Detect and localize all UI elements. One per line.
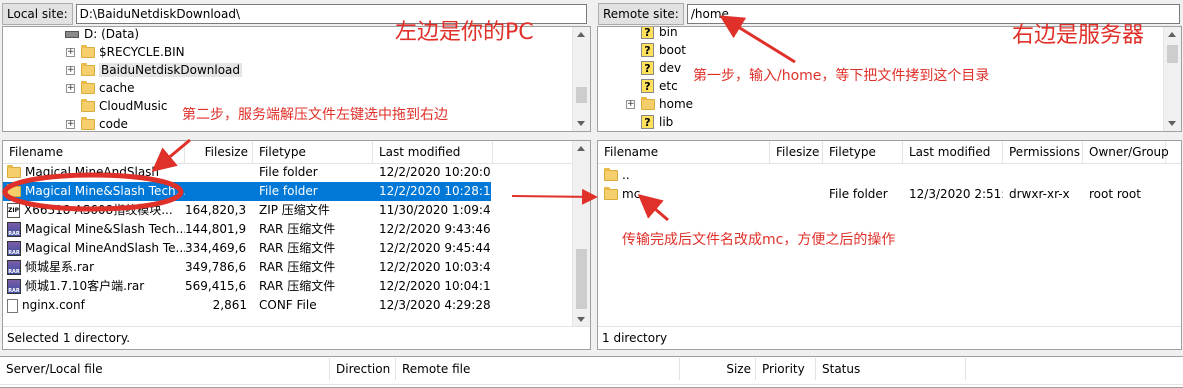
arrow-step2 xyxy=(151,138,191,172)
annotation-step1: 第一步，输入/home，等下把文件拷到这个目录 xyxy=(693,68,990,84)
arrow-step1 xyxy=(719,15,796,64)
arrow-drag xyxy=(511,188,598,205)
arrow-step3 xyxy=(637,194,669,222)
annotation-right-title: 右边是服务器 xyxy=(1012,23,1145,48)
annotation-step2: 第二步，服务端解压文件左键选中拖到右边 xyxy=(182,107,448,123)
annotation-overlay xyxy=(2,15,796,222)
selection-circle xyxy=(2,172,184,212)
annotation-step3: 传输完成后文件名改成mc，方便之后的操作 xyxy=(622,232,896,248)
annotation-left-title: 左边是你的PC xyxy=(395,20,534,45)
